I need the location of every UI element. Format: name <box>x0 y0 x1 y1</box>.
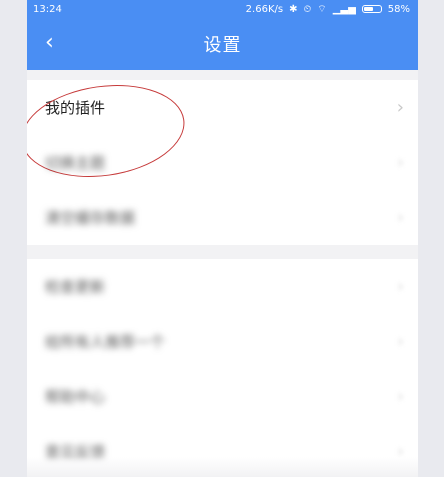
chevron-right-icon: › <box>396 97 404 118</box>
settings-item-label: 清空缓存数据 <box>45 209 136 227</box>
battery-icon <box>361 5 382 13</box>
signal-icon: ▁▃▅ <box>332 3 356 15</box>
bluetooth-icon: ✱ <box>289 3 298 15</box>
settings-item-clear-cache[interactable]: 清空缓存数据 › <box>27 190 418 245</box>
settings-item-help-center[interactable]: 帮助中心 › <box>27 369 418 424</box>
settings-item-theme[interactable]: 切换主题 › <box>27 135 418 190</box>
status-bar: 13:24 2.66K/s ✱ ⏲ ⌔ ▁▃▅ 58% <box>27 0 418 18</box>
chevron-right-icon: › <box>396 152 404 173</box>
status-time: 13:24 <box>33 3 62 15</box>
settings-item-label: 给所有人推荐一个 <box>45 333 166 351</box>
wifi-icon: ⌔ <box>317 3 327 15</box>
settings-item-label: 检查更新 <box>45 278 106 296</box>
battery-fill <box>363 7 374 11</box>
alarm-icon: ⏲ <box>303 3 312 15</box>
network-speed: 2.66K/s <box>245 3 284 15</box>
chevron-right-icon: › <box>396 207 404 228</box>
page-title: 设置 <box>203 35 242 56</box>
settings-item-recommend[interactable]: 给所有人推荐一个 › <box>27 314 418 369</box>
settings-group-1: 我的插件 › 切换主题 › 清空缓存数据 › <box>27 75 418 245</box>
settings-item-label: 我的插件 <box>45 99 106 117</box>
settings-item-label: 切换主题 <box>45 154 106 172</box>
chevron-right-icon: › <box>396 276 404 297</box>
settings-item-label: 帮助中心 <box>45 388 106 406</box>
chevron-right-icon: › <box>396 386 404 407</box>
settings-group-2: 检查更新 › 给所有人推荐一个 › 帮助中心 › 意见反馈 › <box>27 259 418 477</box>
settings-item-my-plugins[interactable]: 我的插件 › <box>27 75 418 187</box>
app-header: ‹ 设置 <box>27 18 418 70</box>
phone-screen: 13:24 2.66K/s ✱ ⏲ ⌔ ▁▃▅ 58% ‹ 设置 我的插件 › … <box>27 0 418 477</box>
status-right: 2.66K/s ✱ ⏲ ⌔ ▁▃▅ 58% <box>246 3 410 16</box>
settings-item-check-update[interactable]: 检查更新 › <box>27 259 418 314</box>
bottom-fade <box>27 457 418 477</box>
back-button[interactable]: ‹ <box>45 32 54 54</box>
battery-percent: 58% <box>387 3 410 15</box>
chevron-right-icon: › <box>396 331 404 352</box>
